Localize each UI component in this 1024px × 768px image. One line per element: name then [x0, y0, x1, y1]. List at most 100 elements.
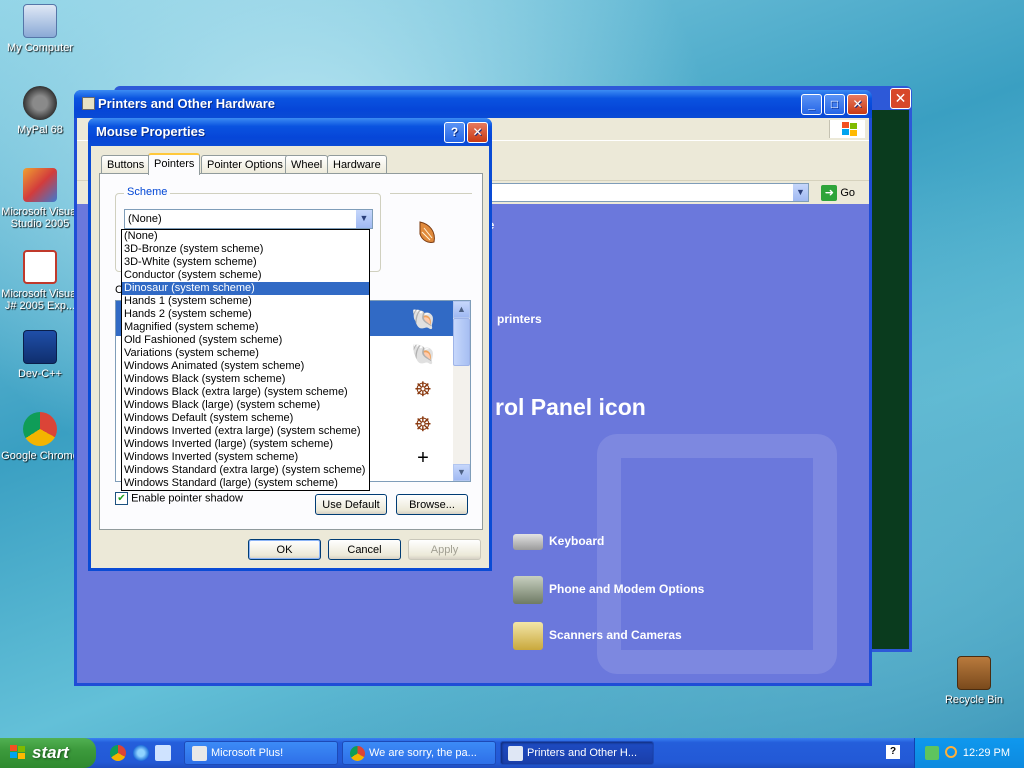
- scheme-option[interactable]: Hands 2 (system scheme): [122, 308, 369, 321]
- use-default-button[interactable]: Use Default: [315, 494, 387, 515]
- keyboard-label: Keyboard: [549, 534, 605, 549]
- scheme-option[interactable]: Hands 1 (system scheme): [122, 295, 369, 308]
- task-link[interactable]: printers: [497, 312, 542, 326]
- scroll-up-button[interactable]: ▲: [453, 301, 470, 318]
- tab-wheel[interactable]: Wheel: [285, 155, 329, 174]
- scheme-option[interactable]: Windows Black (system scheme): [122, 373, 369, 386]
- scroll-thumb[interactable]: [453, 318, 470, 366]
- scheme-option[interactable]: Windows Black (large) (system scheme): [122, 399, 369, 412]
- scheme-option-highlighted[interactable]: Dinosaur (system scheme): [122, 282, 369, 295]
- start-button[interactable]: start: [0, 738, 96, 768]
- scheme-option[interactable]: Magnified (system scheme): [122, 321, 369, 334]
- scanners-cameras-link[interactable]: Scanners and Cameras: [513, 622, 682, 650]
- scheme-option[interactable]: Windows Inverted (system scheme): [122, 451, 369, 464]
- desktop-icon-recycle-bin[interactable]: Recycle Bin: [934, 656, 1014, 706]
- go-button[interactable]: ➜ Go: [821, 185, 855, 201]
- chrome-icon: [350, 746, 365, 761]
- desktop-icon-label: My Computer: [6, 42, 74, 54]
- desktop-icon-visual-jsharp[interactable]: Microsoft Visual J# 2005 Exp...: [0, 250, 80, 312]
- apply-button[interactable]: Apply: [408, 539, 481, 560]
- dev-cpp-icon: [23, 330, 57, 364]
- dialog-title-bar[interactable]: Mouse Properties ? ✕: [88, 118, 492, 146]
- browse-button[interactable]: Browse...: [396, 494, 468, 515]
- scheme-dropdown-list[interactable]: (None) 3D-Bronze (system scheme) 3D-Whit…: [121, 229, 370, 491]
- windows-logo-icon: [10, 745, 27, 761]
- taskbar-item-printers[interactable]: Printers and Other H...: [500, 741, 654, 765]
- chrome-icon: [23, 412, 57, 446]
- cancel-button[interactable]: Cancel: [328, 539, 401, 560]
- background-window-close-button[interactable]: ✕: [890, 88, 911, 109]
- desktop-icon-visual-studio[interactable]: Microsoft Visual Studio 2005: [0, 168, 80, 230]
- scheme-option[interactable]: Old Fashioned (system scheme): [122, 334, 369, 347]
- scheme-option[interactable]: Windows Black (extra large) (system sche…: [122, 386, 369, 399]
- shell-cursor-icon: [419, 221, 435, 243]
- explorer-title: Printers and Other Hardware: [98, 96, 275, 111]
- chrome-icon[interactable]: [110, 745, 126, 761]
- desktop-icon-label: Microsoft Visual Studio 2005: [1, 206, 79, 230]
- scheme-option[interactable]: Windows Default (system scheme): [122, 412, 369, 425]
- help-icon[interactable]: ?: [886, 745, 900, 759]
- checkbox-checked-icon[interactable]: ✔: [115, 492, 128, 505]
- phone-icon: [513, 576, 543, 604]
- scheme-option[interactable]: Windows Standard (large) (system scheme): [122, 477, 369, 490]
- chevron-down-icon[interactable]: ▼: [792, 184, 808, 201]
- scheme-option[interactable]: Variations (system scheme): [122, 347, 369, 360]
- chevron-down-icon[interactable]: ▼: [355, 210, 372, 228]
- visual-studio-icon: [23, 168, 57, 202]
- scheme-option[interactable]: 3D-Bronze (system scheme): [122, 243, 369, 256]
- scheme-value: (None): [128, 213, 162, 225]
- printer-icon: [508, 746, 523, 761]
- help-select-cursor-icon: 🐚: [411, 344, 436, 366]
- tab-pointer-options[interactable]: Pointer Options: [201, 155, 289, 174]
- desktop-icon-label: Recycle Bin: [944, 694, 1004, 706]
- desktop-icon-chrome[interactable]: Google Chrome: [0, 412, 80, 462]
- taskbar-item-browser[interactable]: We are sorry, the pa...: [342, 741, 496, 765]
- network-icon[interactable]: [925, 746, 939, 760]
- maximize-button[interactable]: □: [824, 94, 845, 115]
- internet-explorer-icon[interactable]: [133, 745, 149, 761]
- cursor-list-scrollbar[interactable]: ▲ ▼: [453, 301, 470, 481]
- desktop-icon-my-computer[interactable]: My Computer: [0, 4, 80, 54]
- windows-logo-icon: [829, 120, 865, 138]
- crosshair-icon: +: [417, 447, 429, 469]
- desktop-icon[interactable]: [155, 745, 171, 761]
- ships-wheel-icon: ☸: [414, 379, 432, 401]
- tab-pointers[interactable]: Pointers: [148, 153, 201, 175]
- keyboard-link[interactable]: Keyboard: [513, 534, 604, 550]
- phone-modem-link[interactable]: Phone and Modem Options: [513, 576, 704, 604]
- visual-jsharp-icon: [23, 250, 57, 284]
- scheme-select[interactable]: (None) ▼: [124, 209, 373, 229]
- scroll-down-button[interactable]: ▼: [453, 464, 470, 481]
- dialog-close-button[interactable]: ✕: [467, 122, 488, 143]
- desktop-icon-mypal[interactable]: MyPal 68: [0, 86, 80, 136]
- scheme-option[interactable]: Windows Animated (system scheme): [122, 360, 369, 373]
- tab-hardware[interactable]: Hardware: [327, 155, 387, 174]
- close-button[interactable]: ✕: [847, 94, 868, 115]
- scheme-option[interactable]: Conductor (system scheme): [122, 269, 369, 282]
- start-label: start: [32, 743, 69, 762]
- desktop-icon-label: MyPal 68: [17, 124, 63, 136]
- computer-icon: [23, 4, 57, 38]
- search-icon[interactable]: [945, 746, 957, 758]
- enable-shadow-checkbox[interactable]: ✔ Enable pointer shadow: [115, 492, 243, 505]
- task-label: We are sorry, the pa...: [369, 747, 477, 759]
- scheme-label: Scheme: [124, 186, 171, 198]
- minimize-button[interactable]: _: [801, 94, 822, 115]
- tab-buttons[interactable]: Buttons: [101, 155, 151, 174]
- scheme-option[interactable]: (None): [122, 230, 369, 243]
- phone-modem-label: Phone and Modem Options: [549, 582, 705, 597]
- taskbar-item-microsoft-plus[interactable]: Microsoft Plus!: [184, 741, 338, 765]
- help-button[interactable]: ?: [444, 122, 465, 143]
- keyboard-icon: [513, 534, 543, 550]
- shell-cursor-icon: 🐚: [411, 309, 436, 331]
- explorer-title-bar[interactable]: Printers and Other Hardware _ □ ✕: [74, 90, 872, 118]
- scheme-option[interactable]: Windows Inverted (large) (system scheme): [122, 438, 369, 451]
- scanners-cameras-label: Scanners and Cameras: [549, 628, 682, 643]
- dialog-title: Mouse Properties: [96, 124, 206, 139]
- scheme-option[interactable]: Windows Inverted (extra large) (system s…: [122, 425, 369, 438]
- scheme-option[interactable]: Windows Standard (extra large) (system s…: [122, 464, 369, 477]
- desktop-icon-dev-cpp[interactable]: Dev-C++: [0, 330, 80, 380]
- ok-button[interactable]: OK: [248, 539, 321, 560]
- task-label: Printers and Other H...: [527, 747, 638, 759]
- scheme-option[interactable]: 3D-White (system scheme): [122, 256, 369, 269]
